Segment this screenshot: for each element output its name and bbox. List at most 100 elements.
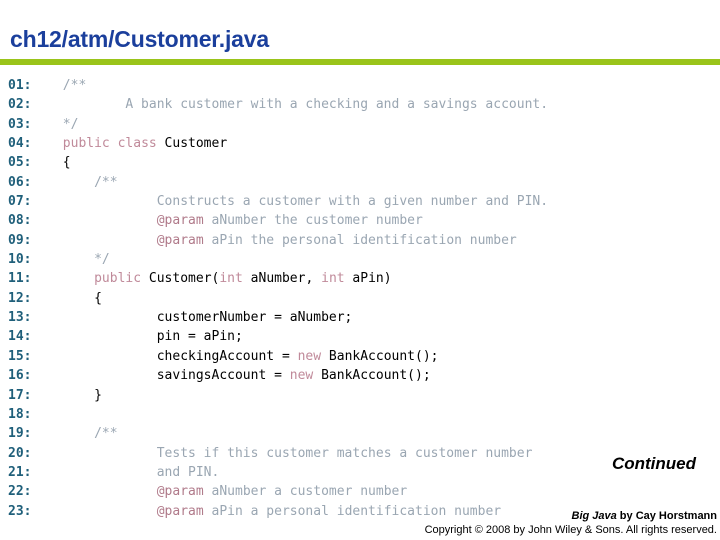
code-line: 06: /** xyxy=(0,173,720,192)
code-token-plain: customerNumber = aNumber; xyxy=(156,310,353,326)
code-line: 10: */ xyxy=(0,250,720,269)
code-token-cmt: aNumber the customer number xyxy=(203,213,423,229)
code-token-cmt: Tests if this customer matches a custome… xyxy=(156,445,533,461)
line-number: 18: xyxy=(8,406,32,422)
line-number: 08: xyxy=(8,213,32,229)
line-number: 12: xyxy=(8,290,32,306)
line-number: 23: xyxy=(8,503,32,519)
code-line: 02: A bank customer with a checking and … xyxy=(0,95,720,114)
code-token-kw: public xyxy=(94,271,149,287)
code-token-plain: { xyxy=(62,155,71,171)
code-line: 14: pin = aPin; xyxy=(0,327,720,346)
code-line: 09: @param aPin the personal identificat… xyxy=(0,231,720,250)
footer-byline: by Cay Horstmann xyxy=(616,510,717,522)
code-line: 07: Constructs a customer with a given n… xyxy=(0,192,720,211)
code-line: 13: customerNumber = aNumber; xyxy=(0,308,720,327)
code-line: 22: @param aNumber a customer number xyxy=(0,482,720,501)
line-number: 05: xyxy=(8,155,32,171)
line-number: 17: xyxy=(8,387,32,403)
continued-badge: Continued xyxy=(611,454,696,473)
line-number: 13: xyxy=(8,310,32,326)
page-title: ch12/atm/Customer.java xyxy=(10,26,269,52)
line-number: 21: xyxy=(8,464,32,480)
line-number: 19: xyxy=(8,426,32,442)
code-line: 04: public class Customer xyxy=(0,134,720,153)
code-token-cmt: aPin the personal identification number xyxy=(203,232,517,248)
slide-footer: Big Java by Cay Horstmann Copyright © 20… xyxy=(425,509,717,537)
code-token-cmt: */ xyxy=(62,116,79,132)
code-token-tag: @param xyxy=(156,503,204,519)
line-number: 14: xyxy=(8,329,32,345)
line-number: 02: xyxy=(8,97,32,113)
line-number: 06: xyxy=(8,174,32,190)
code-line: 03: */ xyxy=(0,115,720,134)
footer-attribution-line: Big Java by Cay Horstmann xyxy=(425,509,718,523)
line-number: 03: xyxy=(8,116,32,132)
code-token-tag: @param xyxy=(156,484,204,500)
line-number: 20: xyxy=(8,445,32,461)
code-token-cmt: Constructs a customer with a given numbe… xyxy=(156,194,549,210)
title-divider-rule xyxy=(0,59,720,65)
line-number: 04: xyxy=(8,136,32,152)
line-number: 01: xyxy=(8,78,32,93)
code-token-kw: int xyxy=(321,271,345,287)
code-token-cmt: /** xyxy=(94,174,118,190)
code-line: 15: checkingAccount = new BankAccount(); xyxy=(0,347,720,366)
code-line: 18: xyxy=(0,405,720,424)
code-token-tag: @param xyxy=(156,232,204,248)
line-number: 10: xyxy=(8,252,32,268)
code-token-kw: new xyxy=(297,348,322,364)
code-line: 11: public Customer(int aNumber, int aPi… xyxy=(0,269,720,288)
code-token-plain: } xyxy=(94,387,102,403)
code-token-tag: @param xyxy=(156,213,204,229)
code-token-plain: { xyxy=(94,290,102,306)
code-token-plain: BankAccount(); xyxy=(321,348,439,364)
code-line: 05: { xyxy=(0,153,720,172)
code-token-plain: Customer( xyxy=(148,271,220,287)
code-token-kw: public class xyxy=(62,136,165,152)
code-token-plain: aPin) xyxy=(344,271,392,287)
code-token-kw: int xyxy=(219,271,243,287)
code-line: 16: savingsAccount = new BankAccount(); xyxy=(0,366,720,385)
footer-copyright: Copyright © 2008 by John Wiley & Sons. A… xyxy=(424,524,717,536)
code-line: 08: @param aNumber the customer number xyxy=(0,211,720,230)
code-token-plain: BankAccount(); xyxy=(313,368,431,384)
code-token-plain: savingsAccount = xyxy=(156,368,290,384)
code-line: 01: /** xyxy=(0,76,720,95)
code-token-cmt: */ xyxy=(94,252,110,268)
line-number: 07: xyxy=(8,194,32,210)
line-number: 11: xyxy=(8,271,32,287)
code-line: 17: } xyxy=(0,386,720,405)
code-token-plain: aNumber, xyxy=(242,271,322,287)
line-number: 09: xyxy=(8,232,32,248)
line-number: 16: xyxy=(8,368,32,384)
code-line: 12: { xyxy=(0,289,720,308)
footer-book-title: Big Java xyxy=(571,510,617,522)
line-number: 15: xyxy=(8,348,32,364)
code-token-plain: checkingAccount = xyxy=(156,348,298,364)
code-token-cmt: and PIN. xyxy=(156,464,220,480)
code-token-cmt: aNumber a customer number xyxy=(203,484,408,500)
line-number: 22: xyxy=(8,484,32,500)
code-token-cmt: /** xyxy=(62,78,87,93)
code-token-kw: new xyxy=(289,368,314,384)
code-token-plain: Customer xyxy=(164,136,228,152)
